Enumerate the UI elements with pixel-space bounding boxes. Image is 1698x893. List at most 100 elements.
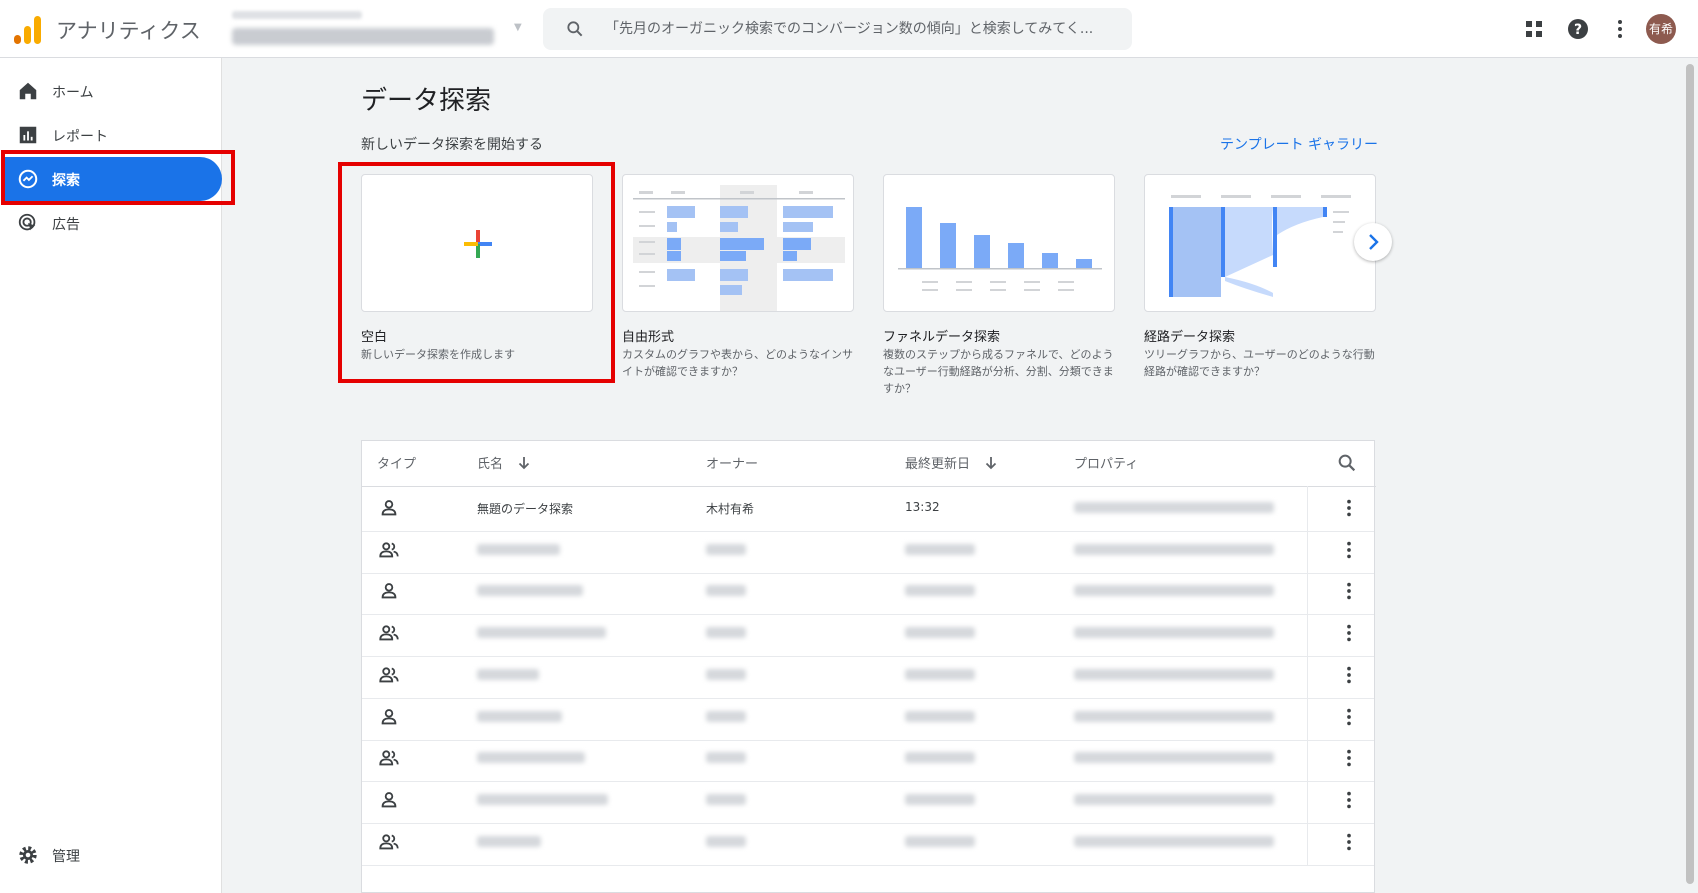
table-row[interactable]: 無題のデータ探索 木村有希 13:32 xyxy=(362,486,1374,532)
header-type: タイプ xyxy=(377,457,417,472)
page-title: データ探索 xyxy=(361,86,492,116)
help-icon[interactable]: ? xyxy=(1566,17,1590,41)
search-box[interactable] xyxy=(543,8,1132,50)
table-row[interactable] xyxy=(362,569,1374,616)
redacted-placeholder xyxy=(706,710,746,722)
explorations-table: タイプ 氏名 オーナー 最終更新日 プロパティ 無題のデータ探索 木村有希 13:3… xyxy=(361,440,1376,893)
nav-item-label: ホーム xyxy=(52,85,94,101)
page-scrollbar[interactable] xyxy=(1684,58,1696,893)
user-avatar[interactable]: 有希 xyxy=(1646,14,1676,44)
redacted-placeholder xyxy=(477,627,606,639)
redacted-placeholder xyxy=(477,668,539,680)
redacted-placeholder xyxy=(477,793,608,805)
card-description: カスタムのグラフや表から、どのようなインサイトが確認できますか？ xyxy=(622,348,853,378)
group-icon xyxy=(379,750,399,766)
free-form-illustration xyxy=(633,185,845,311)
redacted-placeholder xyxy=(905,793,975,805)
more-vert-icon[interactable] xyxy=(1338,580,1360,602)
redacted-placeholder xyxy=(477,835,541,847)
card-title: 自由形式 xyxy=(622,330,675,345)
group-icon xyxy=(379,833,399,849)
sort-arrow-down-icon[interactable] xyxy=(517,455,531,471)
redacted-placeholder xyxy=(1074,835,1274,847)
person-icon xyxy=(381,583,397,599)
redacted-placeholder xyxy=(706,835,746,847)
more-vert-icon[interactable] xyxy=(1338,539,1360,561)
table-row[interactable] xyxy=(362,777,1374,824)
home-icon xyxy=(19,82,37,100)
header-name[interactable]: 氏名 xyxy=(477,453,503,472)
card-thumbnail[interactable] xyxy=(361,174,593,312)
group-icon xyxy=(379,625,399,641)
more-vert-icon[interactable] xyxy=(1338,622,1360,644)
apps-grid-icon[interactable] xyxy=(1522,17,1546,41)
nav-item-reports[interactable]: レポート xyxy=(0,113,222,157)
redacted-placeholder xyxy=(477,710,562,722)
gear-icon xyxy=(19,846,37,864)
more-vert-icon[interactable] xyxy=(1338,831,1360,853)
header-owner: オーナー xyxy=(706,457,759,472)
top-app-bar: アナリティクス ▼ ? 有希 xyxy=(0,0,1698,58)
explore-icon xyxy=(18,169,38,189)
card-description: 新しいデータ探索を作成します xyxy=(361,348,515,361)
table-row[interactable] xyxy=(362,694,1374,741)
redacted-placeholder xyxy=(477,585,583,597)
more-vert-icon[interactable] xyxy=(1338,789,1360,811)
redacted-placeholder xyxy=(706,793,746,805)
nav-item-label: 広告 xyxy=(52,217,80,233)
more-vert-icon[interactable] xyxy=(1338,706,1360,728)
analytics-logo-icon[interactable] xyxy=(14,14,42,44)
nav-item-label: 探索 xyxy=(52,173,80,189)
redacted-placeholder xyxy=(706,627,746,639)
more-vert-icon[interactable] xyxy=(1338,664,1360,686)
redacted-placeholder xyxy=(905,710,975,722)
redacted-placeholder xyxy=(706,543,746,555)
plus-icon xyxy=(464,230,492,258)
more-vert-icon[interactable] xyxy=(1608,17,1632,41)
redacted-placeholder xyxy=(905,543,975,555)
template-gallery-link[interactable]: テンプレート ギャラリー xyxy=(1220,134,1378,154)
more-vert-icon[interactable] xyxy=(1338,747,1360,769)
card-title: ファネルデータ探索 xyxy=(883,330,1001,345)
table-row[interactable] xyxy=(362,611,1374,658)
nav-item-explore[interactable]: 探索 xyxy=(0,157,222,201)
nav-item-label: 管理 xyxy=(52,849,80,865)
table-row[interactable] xyxy=(362,527,1374,574)
redacted-placeholder xyxy=(477,543,560,555)
redacted-placeholder xyxy=(905,668,975,680)
card-thumbnail[interactable] xyxy=(622,174,854,312)
redacted-placeholder xyxy=(1074,752,1274,764)
carousel-next-button[interactable] xyxy=(1354,223,1392,261)
nav-item-ads[interactable]: 広告 xyxy=(0,201,222,245)
table-header-row: タイプ 氏名 オーナー 最終更新日 プロパティ xyxy=(362,441,1376,487)
sort-arrow-down-icon[interactable] xyxy=(984,455,998,471)
nav-item-label: レポート xyxy=(52,129,108,145)
nav-item-admin[interactable]: 管理 xyxy=(0,833,222,877)
table-row[interactable] xyxy=(362,652,1374,699)
person-icon xyxy=(381,500,397,516)
chevron-down-icon: ▼ xyxy=(514,22,522,33)
nav-item-home[interactable]: ホーム xyxy=(0,69,222,113)
account-property-selector[interactable]: ▼ xyxy=(232,8,532,50)
search-icon[interactable] xyxy=(1336,452,1358,474)
table-row[interactable] xyxy=(362,736,1374,783)
card-thumbnail[interactable] xyxy=(1144,174,1376,312)
chevron-right-icon xyxy=(1369,234,1379,250)
redacted-placeholder xyxy=(905,585,975,597)
more-vert-icon[interactable] xyxy=(1338,497,1360,519)
bar-chart-icon xyxy=(19,126,37,144)
cell-name[interactable]: 無題のデータ探索 xyxy=(477,500,573,517)
search-input[interactable] xyxy=(605,8,1120,50)
card-description: ツリーグラフから、ユーザーのどのような行動経路が確認できますか？ xyxy=(1144,348,1375,378)
redacted-placeholder xyxy=(905,752,975,764)
card-thumbnail[interactable] xyxy=(883,174,1115,312)
search-icon xyxy=(567,21,583,37)
redacted-placeholder xyxy=(1074,543,1274,555)
redacted-placeholder xyxy=(706,752,746,764)
card-description: 複数のステップから成るファネルで、どのようなユーザー行動経路が分析、分割、分類で… xyxy=(883,348,1114,395)
redacted-placeholder xyxy=(905,627,975,639)
table-row[interactable] xyxy=(362,819,1374,866)
svg-text:?: ? xyxy=(1574,22,1582,38)
path-tree-illustration xyxy=(1169,195,1351,297)
header-last-modified[interactable]: 最終更新日 xyxy=(905,453,970,472)
